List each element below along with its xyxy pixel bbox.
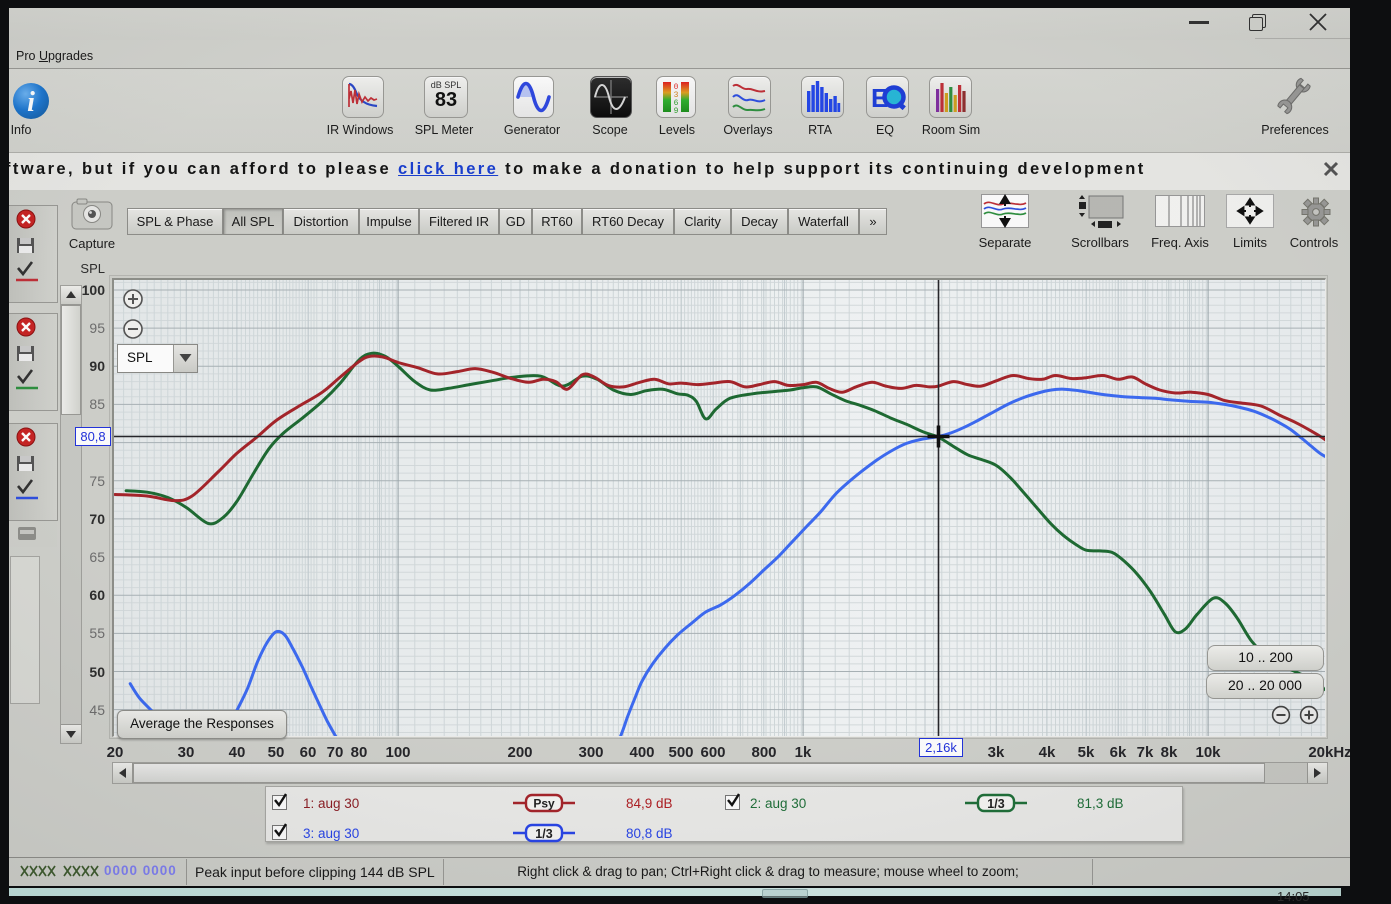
svg-text:9: 9: [674, 107, 679, 116]
svg-text:1/3: 1/3: [535, 827, 552, 841]
svg-text:i: i: [27, 87, 35, 118]
svg-text:1/3: 1/3: [987, 797, 1004, 811]
svg-text:Psy: Psy: [533, 797, 555, 811]
